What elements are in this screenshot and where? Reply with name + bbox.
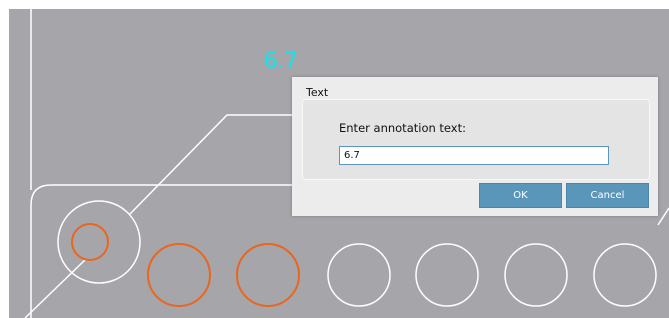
connector-line xyxy=(129,114,292,215)
annotation-text-input[interactable] xyxy=(339,146,609,165)
circle-5[interactable] xyxy=(504,243,568,307)
dialog-prompt: Enter annotation text: xyxy=(339,121,466,135)
circle-4[interactable] xyxy=(415,243,479,307)
large-pad-ring[interactable] xyxy=(57,200,141,284)
leader-line xyxy=(24,258,87,318)
dialog-content-panel: Enter annotation text: xyxy=(302,99,650,180)
board-outline xyxy=(30,184,292,318)
right-connector-line xyxy=(657,207,669,226)
annotation-text[interactable]: 6.7 xyxy=(264,49,298,74)
circle-3[interactable] xyxy=(327,243,391,307)
selected-circle-2[interactable] xyxy=(236,243,300,307)
selected-circle-1[interactable] xyxy=(147,243,211,307)
text-dialog: Text Enter annotation text: OK Cancel xyxy=(292,77,658,216)
dialog-title: Text xyxy=(306,86,329,99)
ok-button[interactable]: OK xyxy=(479,183,562,208)
cancel-button[interactable]: Cancel xyxy=(566,183,649,208)
circle-6[interactable] xyxy=(593,243,657,307)
selected-small-circle[interactable] xyxy=(71,223,109,261)
